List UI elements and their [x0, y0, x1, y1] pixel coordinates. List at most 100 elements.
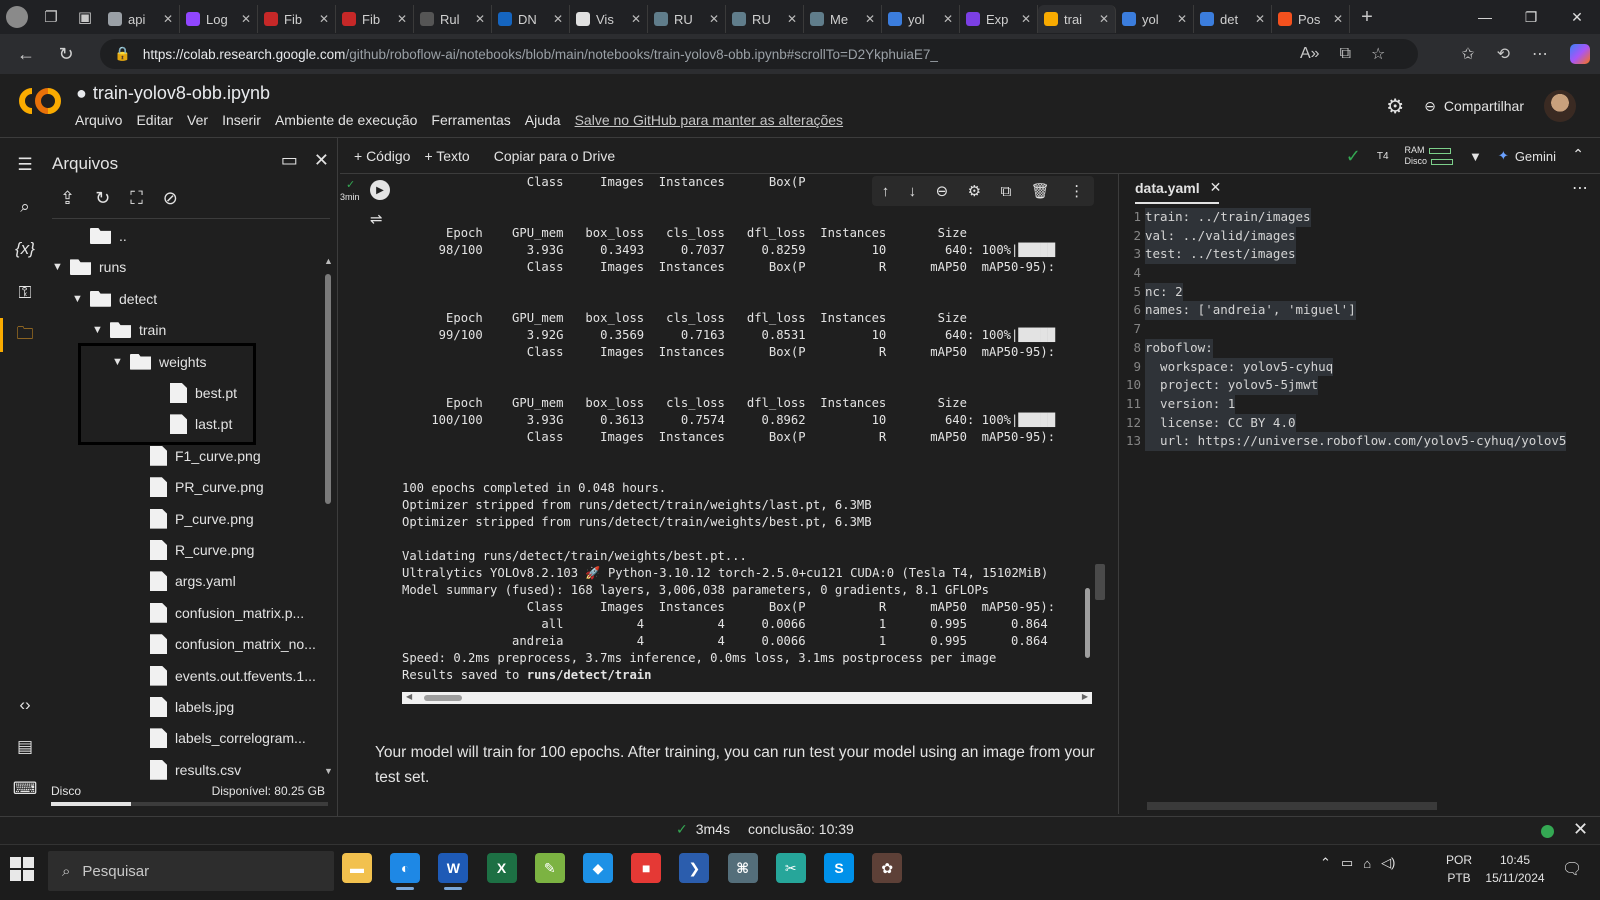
notepad-plus-app-icon[interactable]: ✎ [534, 853, 565, 883]
maximize-button[interactable]: ❐ [1508, 0, 1554, 34]
docker-app-icon[interactable]: ◆ [583, 853, 613, 883]
upload-file-icon[interactable]: ⇪ [60, 188, 75, 209]
network-icon[interactable]: ⌂ [1363, 856, 1371, 871]
taskbar-search[interactable]: ⌕ Pesquisar [48, 851, 334, 891]
tab-close-icon[interactable]: ✕ [397, 12, 407, 26]
tree-folder[interactable]: ▼ train [92, 317, 166, 343]
gemini-button[interactable]: ✦ Gemini [1498, 148, 1556, 164]
skype-app-icon[interactable]: S [824, 853, 854, 883]
tab-close-icon[interactable]: ✕ [553, 12, 563, 26]
clock[interactable]: 10:45 15/11/2024 [1480, 851, 1550, 887]
menu-ver[interactable]: Ver [187, 112, 208, 128]
tab-close-icon[interactable]: ✕ [163, 12, 173, 26]
browser-tab[interactable]: Exp ✕ [960, 5, 1038, 33]
move-panel-icon[interactable]: ▭ [281, 150, 298, 171]
browser-tab[interactable]: Fib ✕ [336, 5, 414, 33]
browser-tab[interactable]: Vis ✕ [570, 5, 648, 33]
editor-tab[interactable]: data.yaml ✕ [1135, 179, 1221, 196]
tab-close-icon[interactable]: ✕ [1177, 12, 1187, 26]
browser-tab[interactable]: Me ✕ [804, 5, 882, 33]
output-horizontal-scrollbar[interactable]: ◀ ▶ [402, 692, 1092, 704]
browser-tab[interactable]: trai ✕ [1038, 5, 1116, 33]
notebook-scrollbar-thumb[interactable] [1095, 564, 1105, 600]
profile-avatar[interactable] [0, 0, 34, 34]
tree-file[interactable]: R_curve.png [132, 537, 254, 563]
editor-more-icon[interactable]: ⋯ [1572, 178, 1588, 198]
close-panel-icon[interactable]: ✕ [314, 150, 329, 171]
tree-folder[interactable]: ▼ runs [52, 254, 126, 280]
browser-tab[interactable]: RU ✕ [648, 5, 726, 33]
snipping-tool-app-icon[interactable]: ✂ [775, 853, 806, 883]
history-icon[interactable]: ⟲ [1497, 44, 1510, 64]
url-field[interactable]: 🔒 https://colab.research.google.com/gith… [100, 39, 1418, 69]
copy-to-drive-button[interactable]: Copiar para o Drive [494, 148, 615, 164]
file-tree-scrollbar[interactable]: ▲ ▼ [323, 256, 333, 776]
expand-arrow-icon[interactable]: ▼ [72, 293, 90, 305]
browser-tab[interactable]: RU ✕ [726, 5, 804, 33]
menu-ambiente[interactable]: Ambiente de execução [275, 112, 417, 128]
browser-tab[interactable]: Log ✕ [180, 5, 258, 33]
code-editor[interactable]: 1 train: ../train/images 2 val: ../valid/im… [1119, 208, 1600, 451]
mirror-cell-icon[interactable]: ⧉ [1001, 183, 1012, 200]
excel-app-icon[interactable]: X [486, 853, 517, 883]
expand-arrow-icon[interactable]: ▼ [52, 261, 70, 273]
tree-file[interactable]: P_curve.png [132, 506, 254, 532]
more-menu-icon[interactable]: ⋯ [1532, 44, 1548, 64]
tab-close-icon[interactable]: ✕ [241, 12, 251, 26]
refresh-icon[interactable]: ↻ [95, 188, 110, 209]
tab-close-icon[interactable]: ✕ [787, 12, 797, 26]
notebook-title[interactable]: ● train-yolov8-obb.ipynb [76, 83, 270, 104]
tab-actions-icon[interactable]: ▣ [68, 0, 102, 34]
move-up-icon[interactable]: ↑ [882, 183, 890, 200]
favorite-star-icon[interactable]: ☆ [1371, 44, 1385, 64]
output-vertical-scrollbar[interactable] [1084, 564, 1092, 692]
network-app-app-icon[interactable]: ⌘ [727, 853, 758, 883]
toc-icon[interactable]: ☰ [12, 152, 38, 178]
tab-close-icon[interactable]: ✕ [1333, 12, 1343, 26]
cell-more-icon[interactable]: ⋮ [1069, 182, 1084, 200]
command-palette-icon[interactable]: ▤ [12, 734, 38, 760]
connection-status-dot[interactable] [1541, 825, 1554, 838]
menu-arquivo[interactable]: Arquivo [75, 112, 122, 128]
tab-close-icon[interactable]: ✕ [709, 12, 719, 26]
close-editor-tab-icon[interactable]: ✕ [1210, 179, 1222, 196]
tree-file[interactable]: PR_curve.png [132, 474, 264, 500]
tree-file[interactable]: results.csv [132, 757, 241, 783]
tab-close-icon[interactable]: ✕ [1021, 12, 1031, 26]
volume-icon[interactable]: ◁) [1381, 855, 1395, 871]
expand-arrow-icon[interactable]: ▼ [92, 324, 110, 336]
secrets-key-icon[interactable]: ⚿ [12, 280, 38, 306]
edge-app-icon[interactable]: ◐ [390, 853, 421, 890]
browser-tab[interactable]: api ✕ [102, 5, 180, 33]
split-screen-icon[interactable]: ⧉ [1340, 45, 1351, 63]
tree-file[interactable]: args.yaml [132, 568, 236, 594]
tree-file[interactable]: confusion_matrix_no... [132, 631, 316, 657]
output-options-icon[interactable]: ⇌ [370, 210, 383, 228]
tree-folder[interactable]: .. [72, 223, 127, 249]
tray-chevron-icon[interactable]: ⌃ [1320, 855, 1331, 871]
browser-tab[interactable]: Rul ✕ [414, 5, 492, 33]
add-code-button[interactable]: + Código [354, 148, 410, 164]
tab-close-icon[interactable]: ✕ [1255, 12, 1265, 26]
browser-tab[interactable]: Pos ✕ [1272, 5, 1350, 33]
tree-file[interactable]: labels_correlogram... [132, 725, 306, 751]
resources-indicator[interactable]: RAM Disco [1405, 145, 1454, 167]
save-to-github-link[interactable]: Salve no GitHub para manter as alteraçõe… [575, 112, 843, 128]
terminal-icon[interactable]: ⌨ [12, 776, 38, 802]
menu-ajuda[interactable]: Ajuda [525, 112, 561, 128]
tab-close-icon[interactable]: ✕ [475, 12, 485, 26]
search-icon[interactable]: ⌕ [12, 194, 38, 220]
hide-files-icon[interactable]: ⊘ [163, 188, 178, 209]
browser-tab[interactable]: det ✕ [1194, 5, 1272, 33]
tab-close-icon[interactable]: ✕ [1099, 12, 1109, 26]
editor-horizontal-scrollbar[interactable] [1147, 802, 1437, 810]
variables-icon[interactable]: {x} [12, 236, 38, 262]
tree-file[interactable]: labels.jpg [132, 694, 234, 720]
files-folder-icon[interactable]: 🗀 [12, 322, 38, 348]
mount-drive-icon[interactable]: ⛶ [130, 188, 143, 209]
runtime-dropdown-icon[interactable]: ▼ [1469, 149, 1482, 164]
runtime-type[interactable]: T4 [1377, 151, 1389, 162]
tree-file[interactable]: events.out.tfevents.1... [132, 663, 316, 689]
add-text-button[interactable]: + Texto [424, 148, 469, 164]
file-explorer-app-icon[interactable]: ▬ [342, 853, 372, 883]
